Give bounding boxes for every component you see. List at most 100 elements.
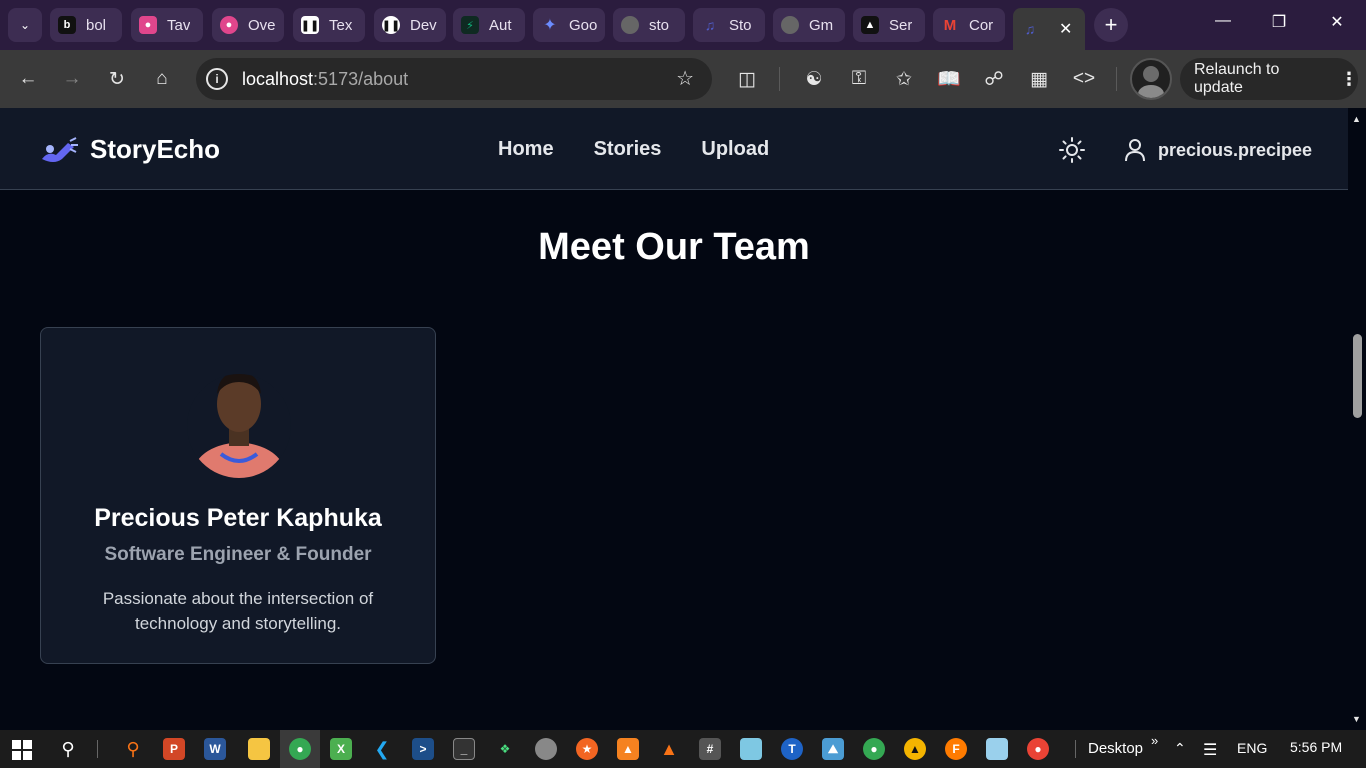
browser-tab[interactable]: Gm (773, 8, 845, 42)
more-menu-icon[interactable]: ⋮ (1340, 69, 1358, 90)
pause-icon: ❚❚ (382, 16, 400, 34)
scroll-down-icon[interactable]: ▼ (1352, 714, 1361, 724)
nav-link-stories[interactable]: Stories (594, 138, 662, 161)
terminal-icon[interactable]: _ (453, 738, 475, 760)
tab-title: Ove (248, 16, 276, 34)
notification-icon[interactable]: ☰ (1203, 740, 1217, 760)
file-explorer-icon[interactable] (248, 738, 270, 760)
team-member-card: Precious Peter Kaphuka Software Engineer… (40, 327, 436, 664)
close-tab-icon[interactable]: ✕ (1059, 19, 1072, 39)
nav-link-upload[interactable]: Upload (701, 138, 769, 161)
storyecho-logo-icon (42, 136, 78, 162)
bolt-icon: b (58, 16, 76, 34)
password-key-icon[interactable]: ⚿ (846, 66, 872, 92)
postman-icon[interactable]: ★ (576, 738, 598, 760)
photos-icon[interactable]: ⛰ (822, 738, 844, 760)
tab-title: Tav (167, 16, 191, 34)
username: precious.precipee (1158, 139, 1313, 160)
home-icon[interactable]: ⌂ (149, 66, 175, 92)
drive-icon[interactable]: ▲ (904, 738, 926, 760)
address-bar[interactable]: i localhost:5173/about ☆ (196, 58, 712, 100)
reading-list-icon[interactable]: 📖 (936, 66, 962, 92)
powerpoint-icon[interactable]: P (163, 738, 185, 760)
chrome-icon[interactable]: ● (863, 738, 885, 760)
calculator-icon[interactable]: # (699, 738, 721, 760)
back-icon[interactable]: ← (15, 66, 41, 92)
desktop-toolbar-label[interactable]: Desktop (1088, 740, 1143, 757)
spreadsheet-icon[interactable]: X (330, 738, 352, 760)
browser-tab[interactable]: sto (613, 8, 685, 42)
render-icon: ▲ (861, 16, 879, 34)
scroll-up-icon[interactable]: ▲ (1352, 114, 1361, 124)
nav-links: Home Stories Upload (498, 138, 809, 161)
brand[interactable]: StoryEcho (38, 134, 220, 165)
word-icon[interactable]: W (204, 738, 226, 760)
profile-avatar[interactable] (1130, 58, 1172, 100)
chrome-icon[interactable]: ● (289, 738, 311, 760)
teams-t-icon[interactable]: T (781, 738, 803, 760)
layout-panel-icon[interactable]: ▦ (1026, 66, 1052, 92)
tab-title: sto (649, 16, 670, 34)
chrome-profile-icon[interactable]: ● (1027, 738, 1049, 760)
notes-icon[interactable] (740, 738, 762, 760)
toolbar-overflow-chevron[interactable]: » (1151, 733, 1158, 748)
theme-toggle-sun-icon[interactable] (1058, 136, 1086, 164)
browser-tab[interactable]: ● Ove (212, 8, 284, 42)
fl-studio-icon[interactable]: F (945, 738, 967, 760)
vscode-icon[interactable]: ❮ (371, 738, 393, 760)
search-icon[interactable]: ⚲ (57, 738, 79, 760)
code-icon[interactable]: <> (1071, 66, 1097, 92)
powershell-icon[interactable]: > (412, 738, 434, 760)
windows-start-icon[interactable] (12, 740, 32, 760)
user-icon (1125, 139, 1145, 162)
scrollbar-thumb[interactable] (1353, 334, 1362, 418)
windows-taskbar: ⚲ ⚲ P W ● X ❮ > _ ❖ ★ ▲ ▲ # T ⛰ ● ▲ F ● … (0, 730, 1366, 768)
browser-tab[interactable]: ● Tav (131, 8, 203, 42)
browser-tab-active[interactable]: ♫ ✕ (1013, 8, 1085, 50)
new-tab-button[interactable]: + (1094, 8, 1128, 42)
browser-tab[interactable]: M Cor (933, 8, 1005, 42)
database-icon[interactable] (535, 738, 557, 760)
browser-tab[interactable]: ♫ Sto (693, 8, 765, 42)
member-name: Precious Peter Kaphuka (94, 504, 382, 532)
browser-tab[interactable]: ❚❚ Dev (374, 8, 446, 42)
close-window-icon[interactable]: ✕ (1322, 12, 1352, 32)
tab-title: Goo (569, 16, 598, 34)
restore-icon[interactable]: ❐ (1264, 12, 1294, 32)
bookmarks-star-icon[interactable]: ✩ (891, 66, 917, 92)
tray-expand-icon[interactable]: ⌃ (1174, 740, 1186, 757)
user-menu[interactable]: precious.precipee (1124, 138, 1312, 162)
bookmark-star-icon[interactable]: ☆ (676, 66, 694, 91)
nav-link-home[interactable]: Home (498, 138, 554, 161)
search-everything-icon[interactable]: ⚲ (122, 738, 144, 760)
minimize-icon[interactable]: — (1208, 12, 1238, 30)
bolt-green-icon: ⚡ (461, 16, 479, 34)
relaunch-button[interactable]: Relaunch to update ⋮ (1180, 58, 1358, 100)
url-host: localhost (242, 69, 314, 89)
network-icon[interactable]: ▲ (617, 738, 639, 760)
incognito-icon[interactable]: ☯ (801, 66, 827, 92)
tab-search-button[interactable]: ⌄ (8, 8, 42, 42)
git-icon[interactable]: ❖ (494, 738, 516, 760)
browser-tab[interactable]: b bol (50, 8, 122, 42)
page-scrollbar[interactable]: ▲ ▼ (1348, 108, 1366, 730)
tab-title: Tex (329, 16, 353, 34)
clock[interactable]: 5:56 PM (1290, 739, 1342, 755)
link-icon[interactable]: ☍ (981, 66, 1007, 92)
vlc-icon[interactable]: ▲ (658, 738, 680, 760)
browser-tab[interactable]: ⚡ Aut (453, 8, 525, 42)
notepad-icon[interactable] (986, 738, 1008, 760)
language-indicator[interactable]: ENG (1237, 740, 1267, 756)
gemini-icon: ✦ (543, 17, 557, 34)
browser-tab[interactable]: ▲ Ser (853, 8, 925, 42)
site-info-icon[interactable]: i (206, 68, 228, 90)
tab-title: Sto (729, 16, 752, 34)
url-text[interactable]: localhost:5173/about (242, 69, 408, 90)
tab-title: Ser (889, 16, 913, 34)
tab-title: Dev (410, 16, 437, 34)
reload-icon[interactable]: ↻ (104, 66, 130, 92)
forward-icon[interactable]: → (59, 66, 85, 92)
browser-tab[interactable]: ❚❚ Tex (293, 8, 365, 42)
browser-tab[interactable]: ✦ Goo (533, 8, 605, 42)
extensions-icon[interactable]: ◫ (734, 66, 760, 92)
